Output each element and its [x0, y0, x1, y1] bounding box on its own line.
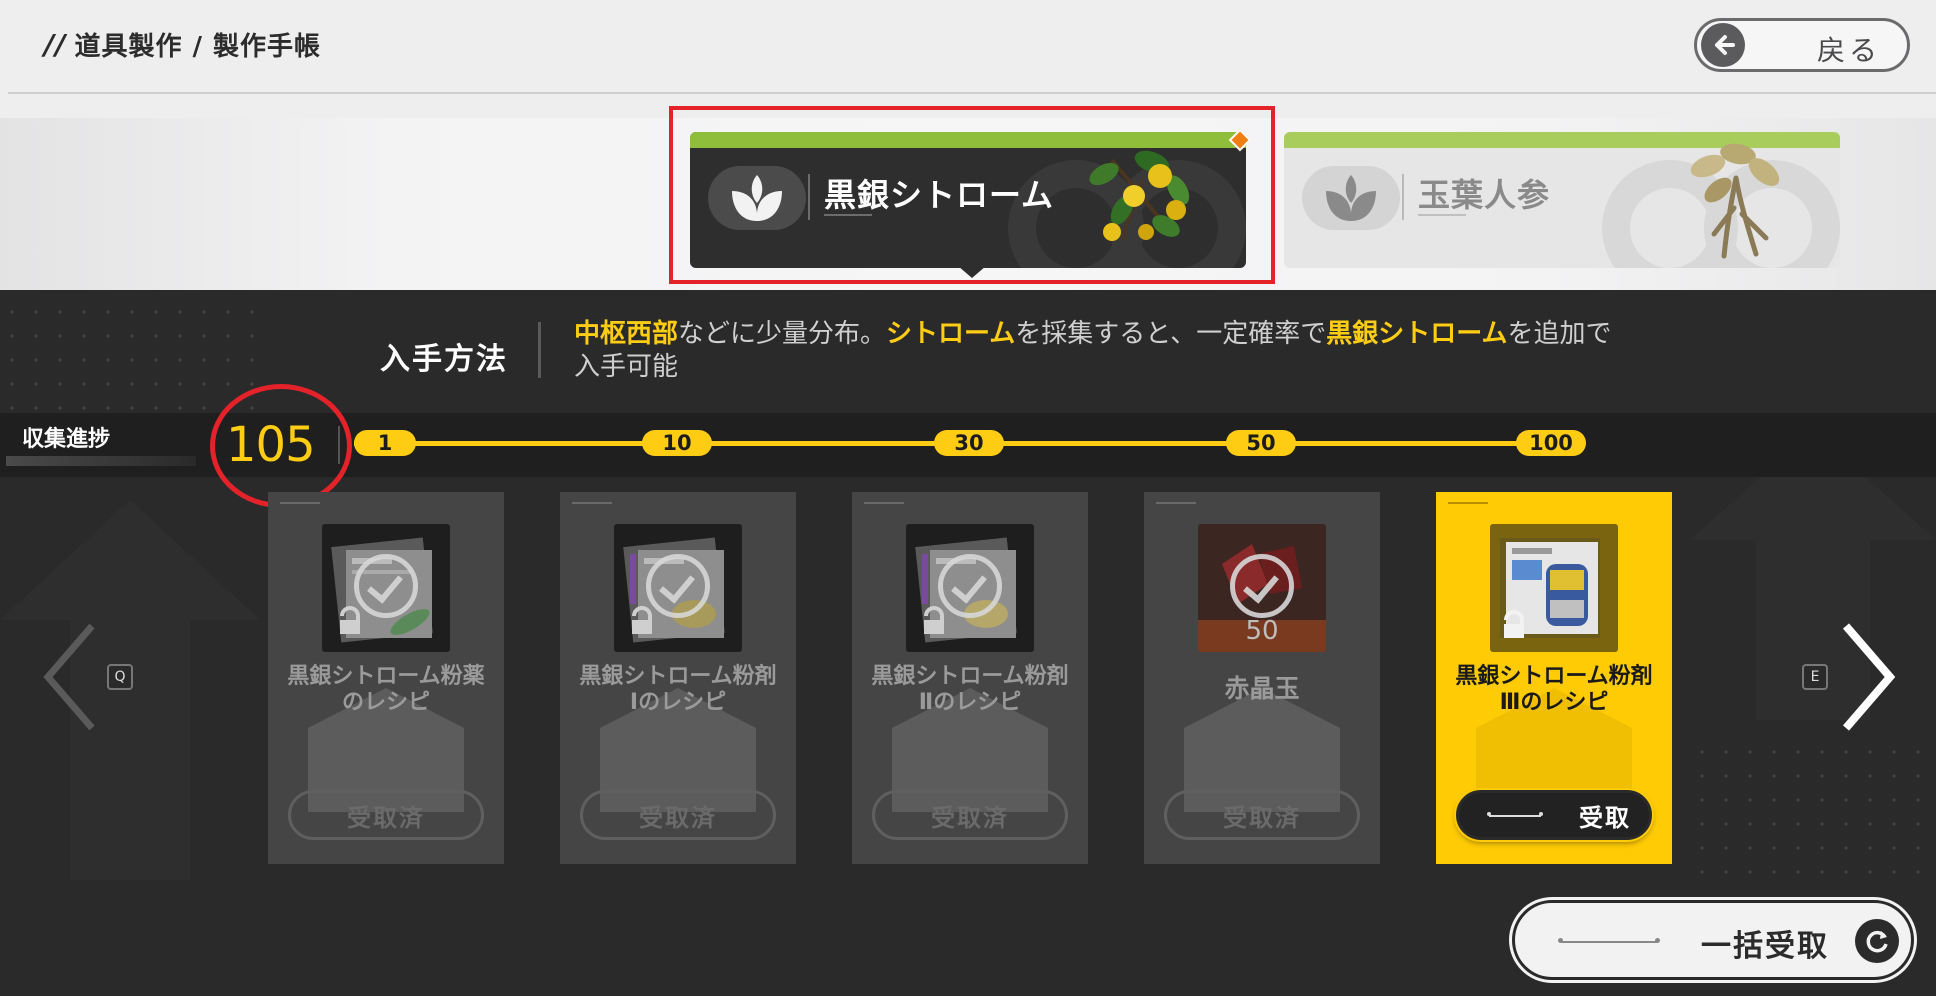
acquisition-description: 中枢西部などに少量分布。シトロームを採集すると、一定確率で黒銀シトロームを追加で… [574, 318, 1634, 384]
milestone-marker: 1 [354, 430, 416, 456]
card-tag [1156, 502, 1196, 508]
reward-name-line: 黒銀シトローム粉剤 [871, 664, 1069, 689]
desc-text: などに少量分布。 [678, 319, 887, 349]
back-label: 戻る [1816, 34, 1881, 67]
next-key-hint: E [1802, 664, 1828, 690]
dot-pattern [1690, 740, 1936, 890]
desc-text: を採集すると、一定確率で [1015, 319, 1327, 349]
claimed-button[interactable]: 受取済 [1164, 790, 1360, 840]
material-subline [1418, 214, 1466, 222]
reward-name-line: Ⅰのレシピ [629, 690, 727, 715]
progress-label: 収集進捗 [22, 427, 111, 452]
background-arrow-graphic [0, 500, 260, 880]
back-arrow-icon [1701, 23, 1745, 67]
reward-card[interactable]: 黒銀シトローム粉剤 Ⅰのレシピ 受取済 [560, 492, 796, 864]
dot-pattern [0, 300, 260, 410]
card-tag [1448, 502, 1488, 508]
reward-name-line: 黒銀シトローム粉剤 [1455, 664, 1653, 689]
hl-item: 黒銀シトローム [1326, 319, 1508, 349]
reward-card-claimable[interactable]: 黒銀シトローム粉剤 Ⅲのレシピ 受取 [1436, 492, 1672, 864]
hl-item: シトローム [886, 319, 1016, 349]
reward-name: 黒銀シトローム粉薬 のレシピ [274, 664, 498, 716]
material-card[interactable]: 玉葉人参 [1284, 132, 1840, 268]
leaf-category-icon [1302, 166, 1400, 230]
breadcrumb-slashes: // [44, 28, 67, 61]
reward-name: 黒銀シトローム粉剤 Ⅰのレシピ [566, 664, 790, 716]
recipe-thumbnail [1490, 524, 1618, 652]
card-separator [1402, 174, 1404, 220]
hl-region: 中枢西部 [574, 319, 679, 349]
reward-name: 黒銀シトローム粉剤 Ⅱのレシピ [858, 664, 1082, 716]
card-tag [864, 502, 904, 508]
claimed-button[interactable]: 受取済 [872, 790, 1068, 840]
crafting-handbook-screen: { "header": { "slashes": "//", "breadcru… [0, 0, 1936, 996]
prev-key-hint: Q [107, 664, 133, 690]
button-line-decor [1558, 938, 1660, 943]
claim-button[interactable]: 受取 [1456, 790, 1652, 840]
header-divider [8, 92, 1936, 94]
prev-page-arrow-icon[interactable] [40, 622, 100, 732]
claimed-button[interactable]: 受取済 [580, 790, 776, 840]
bulk-claim-button[interactable]: 一括受取 [1512, 900, 1914, 980]
breadcrumb: // 道具製作 / 製作手帳 [44, 26, 321, 63]
count-highlight-circle [210, 384, 352, 508]
card-tag [280, 502, 320, 508]
claimed-check-icon [1230, 554, 1294, 618]
breadcrumb-text: 道具製作 / 製作手帳 [74, 32, 322, 62]
reward-name-line: Ⅱのレシピ [918, 690, 1022, 715]
reward-name-line: Ⅲのレシピ [1499, 690, 1609, 715]
reward-name: 黒銀シトローム粉剤 Ⅲのレシピ [1442, 664, 1666, 716]
acquisition-separator [538, 322, 541, 378]
recipe-book-icon [1500, 538, 1600, 638]
progress-label-bar [6, 456, 196, 466]
button-line-decor [1487, 812, 1543, 817]
claimed-button[interactable]: 受取済 [288, 790, 484, 840]
reward-name: 赤晶玉 [1224, 674, 1300, 703]
milestone-marker: 100 [1516, 430, 1586, 456]
item-quantity: 50 [1245, 616, 1279, 646]
reward-name-line: 黒銀シトローム粉薬 [287, 664, 485, 689]
selection-highlight [669, 106, 1275, 284]
milestone-marker: 10 [642, 430, 712, 456]
milestone-marker: 30 [934, 430, 1004, 456]
bulk-claim-label: 一括受取 [1701, 929, 1829, 964]
reward-name-line: のレシピ [341, 690, 430, 715]
reward-card[interactable]: 黒銀シトローム粉薬 のレシピ 受取済 [268, 492, 504, 864]
claim-label: 受取 [1579, 803, 1631, 832]
milestone-marker: 50 [1226, 430, 1296, 456]
reward-card[interactable]: 黒銀シトローム粉剤 Ⅱのレシピ 受取済 [852, 492, 1088, 864]
claimed-check-icon [354, 554, 418, 618]
refresh-icon [1855, 919, 1899, 963]
acquisition-title: 入手方法 [380, 342, 508, 377]
ginseng-icon [1690, 143, 1780, 259]
back-button[interactable]: 戻る [1694, 18, 1910, 72]
material-name: 玉葉人参 [1418, 176, 1551, 214]
next-page-arrow-icon[interactable] [1838, 622, 1898, 732]
claimed-check-icon [646, 554, 710, 618]
claimed-check-icon [938, 554, 1002, 618]
reward-card[interactable]: 50 赤晶玉 受取済 [1144, 492, 1380, 864]
card-tag [572, 502, 612, 508]
reward-name-line: 黒銀シトローム粉剤 [579, 664, 777, 689]
